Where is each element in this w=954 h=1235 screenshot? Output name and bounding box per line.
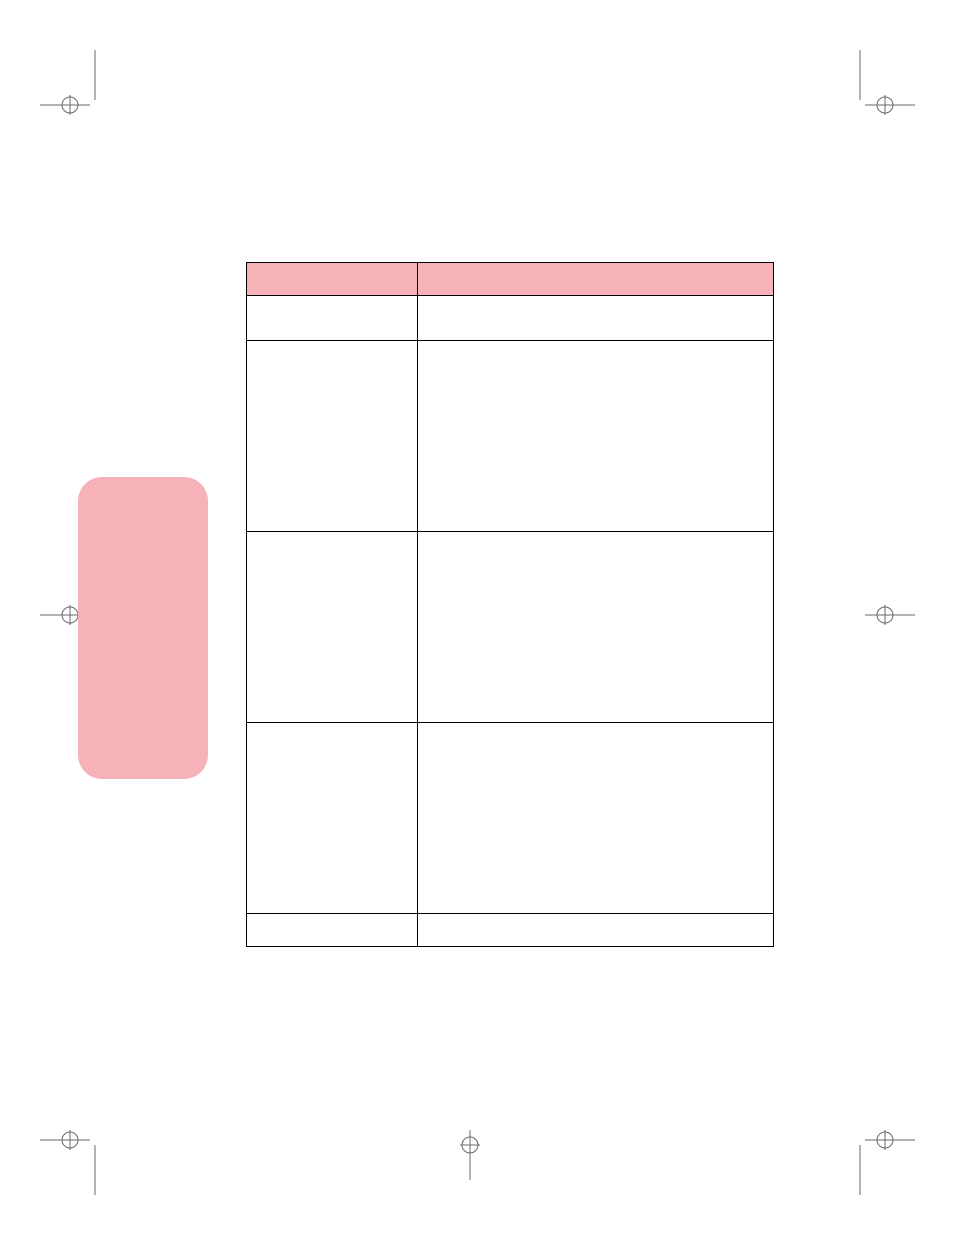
table-cell — [247, 723, 418, 914]
thumb-index-tab — [78, 477, 208, 779]
crop-mark-icon — [440, 1120, 500, 1180]
table-cell — [418, 532, 774, 723]
table-row — [247, 341, 774, 532]
crop-mark-icon — [855, 595, 915, 635]
table-cell — [418, 296, 774, 341]
table-header-cell — [418, 263, 774, 296]
table-cell — [418, 914, 774, 947]
table-row — [247, 296, 774, 341]
crop-mark-icon — [40, 50, 120, 130]
crop-mark-icon — [835, 1115, 915, 1195]
content-table — [246, 262, 774, 947]
table-row — [247, 723, 774, 914]
table-row — [247, 914, 774, 947]
table-cell — [247, 341, 418, 532]
crop-mark-icon — [835, 50, 915, 130]
table-row — [247, 532, 774, 723]
table-cell — [247, 532, 418, 723]
table-cell — [247, 296, 418, 341]
table-header-row — [247, 263, 774, 296]
table-cell — [418, 341, 774, 532]
table-body — [247, 296, 774, 947]
table-cell — [247, 914, 418, 947]
table-cell — [418, 723, 774, 914]
crop-mark-icon — [40, 1115, 120, 1195]
table-header-cell — [247, 263, 418, 296]
